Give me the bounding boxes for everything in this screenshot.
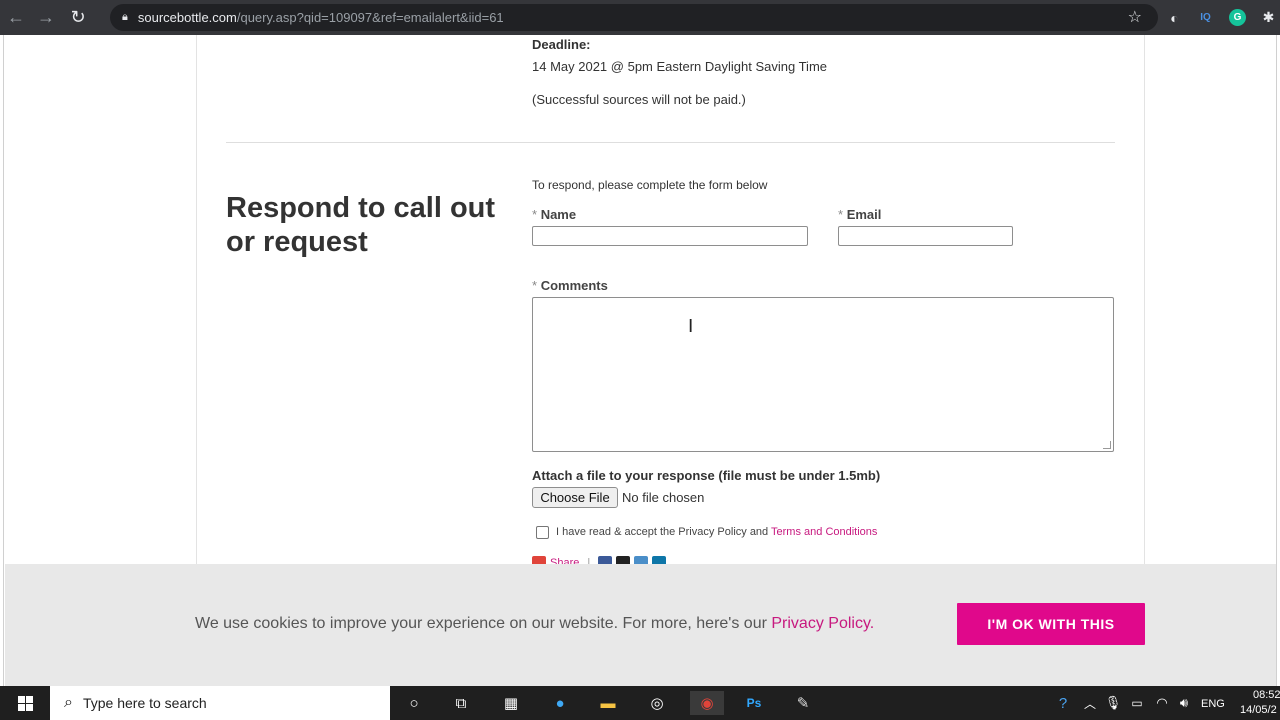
calculator-icon[interactable]: ▦	[499, 691, 523, 715]
wifi-icon[interactable]: ◠	[1150, 691, 1174, 715]
photoshop-icon[interactable]: Ps	[742, 691, 766, 715]
cortana-icon[interactable]: ○	[402, 691, 426, 715]
name-label: * Name	[532, 207, 576, 222]
name-label-text: Name	[540, 207, 577, 222]
star-icon[interactable]: ☆	[1128, 7, 1142, 27]
divider	[226, 142, 1115, 143]
terms-text: I have read & accept the Privacy Policy …	[556, 526, 877, 538]
attach-label: Attach a file to your response (file mus…	[532, 468, 881, 483]
edge-icon[interactable]: ●	[548, 691, 572, 715]
comments-label: * Comments	[532, 278, 608, 293]
volume-icon[interactable]: 🔊︎	[1172, 691, 1196, 715]
payment-note: (Successful sources will not be paid.)	[532, 92, 746, 107]
language-indicator[interactable]: ENG	[1201, 698, 1225, 710]
accept-cookies-button[interactable]: I'M OK WITH THIS	[957, 603, 1145, 645]
file-explorer-icon[interactable]: ▬	[596, 691, 620, 715]
name-field[interactable]	[532, 226, 808, 246]
windows-logo-icon	[17, 695, 33, 711]
comments-textarea[interactable]	[532, 297, 1114, 452]
help-icon[interactable]: ?	[1051, 691, 1075, 715]
comments-label-text: Comments	[540, 278, 608, 293]
forward-icon[interactable]: →	[30, 0, 62, 35]
terms-checkbox[interactable]	[536, 526, 549, 539]
search-placeholder: Type here to search	[82, 695, 207, 711]
clock-time[interactable]: 08:52	[1253, 689, 1280, 701]
resize-grip-icon[interactable]	[1103, 441, 1111, 449]
page-edge	[1276, 35, 1277, 686]
email-field[interactable]	[838, 226, 1013, 246]
section-heading: Respond to call out or request	[226, 192, 496, 258]
search-icon: ⌕	[64, 694, 73, 711]
form-intro: To respond, please complete the form bel…	[532, 178, 768, 192]
cookie-message: We use cookies to improve your experienc…	[195, 615, 767, 632]
deadline-label: Deadline:	[532, 37, 591, 52]
extensions-puzzle-icon[interactable]: ✱	[1260, 9, 1277, 26]
reload-icon[interactable]: ↻	[62, 0, 94, 35]
extension-halo-icon[interactable]: ◐	[1166, 9, 1183, 26]
lock-icon[interactable]: 🔒︎	[122, 11, 128, 24]
terms-link[interactable]: Terms and Conditions	[771, 526, 877, 538]
obs-icon[interactable]: ◎	[645, 691, 669, 715]
start-button[interactable]	[0, 686, 50, 720]
tray-expand-icon[interactable]: ︿	[1078, 691, 1102, 715]
choose-file-button[interactable]: Choose File	[532, 487, 618, 508]
battery-icon[interactable]: ▭	[1125, 691, 1149, 715]
required-mark: *	[532, 207, 538, 222]
extension-iq-icon[interactable]: IQ	[1197, 9, 1214, 26]
paint-icon[interactable]: ✎	[791, 691, 815, 715]
clock-date[interactable]: 14/05/2	[1240, 704, 1277, 716]
no-file-text: No file chosen	[622, 490, 705, 505]
taskbar-search[interactable]: ⌕ Type here to search	[50, 686, 390, 720]
web-page: Deadline: 14 May 2021 @ 5pm Eastern Dayl…	[0, 35, 1280, 686]
cookie-text: We use cookies to improve your experienc…	[195, 615, 874, 633]
required-mark: *	[532, 278, 538, 293]
email-label: * Email	[838, 207, 881, 222]
windows-taskbar: ⌕ Type here to search ○ ⧉ ▦ ● ▬ ◎ ◉ Ps ✎…	[0, 686, 1280, 720]
privacy-policy-link[interactable]: Privacy Policy.	[771, 615, 874, 632]
terms-label: I have read & accept the Privacy Policy …	[556, 526, 769, 538]
extension-grammarly-icon[interactable]: G	[1229, 9, 1246, 26]
deadline-value: 14 May 2021 @ 5pm Eastern Daylight Savin…	[532, 59, 828, 74]
required-mark: *	[838, 207, 844, 222]
microphone-icon[interactable]: 🎙︎	[1101, 691, 1125, 715]
text-cursor-icon: I	[688, 316, 694, 337]
back-icon[interactable]: ←	[0, 0, 32, 35]
browser-toolbar: ← → ↻ 🔒︎ sourcebottle.com/query.asp?qid=…	[0, 0, 1280, 35]
url-path: /query.asp?qid=109097&ref=emailalert&iid…	[236, 10, 504, 25]
chrome-icon[interactable]: ◉	[690, 691, 724, 715]
url-host: sourcebottle.com	[137, 10, 237, 25]
email-label-text: Email	[846, 207, 882, 222]
address-bar[interactable]: 🔒︎ sourcebottle.com/query.asp?qid=109097…	[110, 4, 1158, 31]
cookie-banner: We use cookies to improve your experienc…	[5, 564, 1276, 686]
page-edge	[3, 35, 4, 686]
task-view-icon[interactable]: ⧉	[449, 691, 473, 715]
